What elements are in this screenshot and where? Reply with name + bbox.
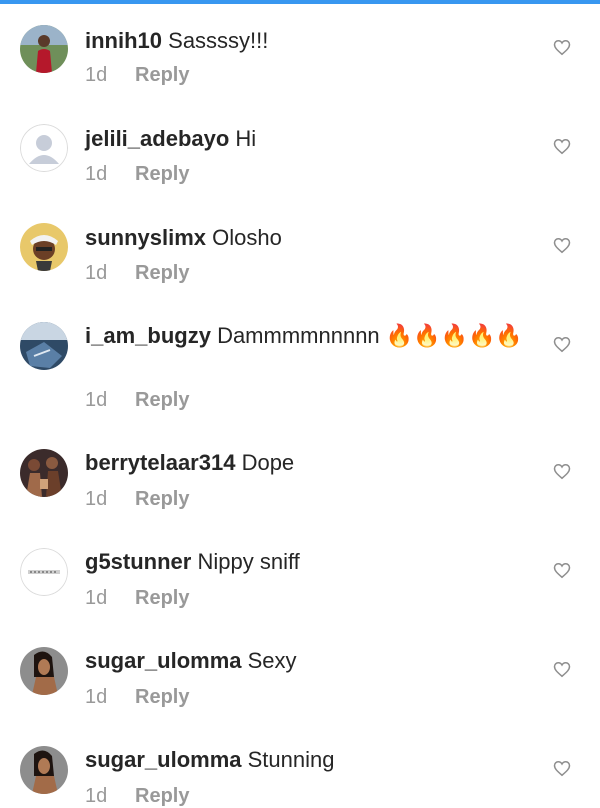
heart-icon[interactable]: [553, 336, 571, 353]
comment-text-line: i_am_bugzy Dammmmnnnnn 🔥🔥🔥🔥🔥: [85, 321, 525, 351]
reply-button[interactable]: Reply: [135, 785, 189, 807]
reply-button[interactable]: Reply: [135, 488, 189, 510]
comment-meta: 1d Reply: [85, 487, 189, 511]
comment-meta: 1d Reply: [85, 685, 189, 709]
comment-text: Hi: [235, 126, 257, 151]
reply-button[interactable]: Reply: [135, 587, 189, 609]
comment-text: Nippy sniff: [197, 549, 300, 574]
comment-text: Sexy: [247, 648, 297, 673]
comment-username[interactable]: i_am_bugzy: [85, 323, 211, 348]
comment-username[interactable]: sunnyslimx: [85, 225, 206, 250]
comment-meta: 1d Reply: [85, 784, 189, 808]
comment-text: Olosho: [212, 225, 282, 250]
avatar[interactable]: [20, 647, 68, 695]
heart-icon[interactable]: [553, 562, 571, 579]
comment-text-line: innih10 Sassssy!!!: [85, 26, 525, 56]
avatar[interactable]: [20, 548, 68, 596]
reply-button[interactable]: Reply: [135, 64, 189, 86]
reply-button[interactable]: Reply: [135, 262, 189, 284]
comment-username[interactable]: sugar_ulomma: [85, 747, 242, 772]
comment-username[interactable]: berrytelaar314: [85, 450, 235, 475]
comment-time: 1d: [85, 389, 108, 411]
heart-icon[interactable]: [553, 760, 571, 777]
comment-time: 1d: [85, 488, 108, 510]
comment-text-line: jelili_adebayo Hi: [85, 124, 525, 154]
comment-time: 1d: [85, 587, 108, 609]
comment-time: 1d: [85, 262, 108, 284]
reply-button[interactable]: Reply: [135, 163, 189, 185]
comment-meta: 1d Reply: [85, 586, 189, 610]
comment-time: 1d: [85, 785, 108, 807]
comment-meta: 1d Reply: [85, 63, 189, 87]
comment-meta: 1d Reply: [85, 261, 189, 285]
comment-time: 1d: [85, 64, 108, 86]
heart-icon[interactable]: [553, 39, 571, 56]
comment-time: 1d: [85, 163, 108, 185]
heart-icon[interactable]: [553, 237, 571, 254]
comment-username[interactable]: g5stunner: [85, 549, 191, 574]
comment-text-line: berrytelaar314 Dope: [85, 448, 525, 478]
heart-icon[interactable]: [553, 138, 571, 155]
comment-meta: 1d Reply: [85, 162, 189, 186]
comment-text-line: sugar_ulomma Sexy: [85, 646, 525, 676]
comment-text-line: sunnyslimx Olosho: [85, 223, 525, 253]
avatar[interactable]: [20, 124, 68, 172]
comment-text-line: g5stunner Nippy sniff: [85, 547, 525, 577]
avatar[interactable]: [20, 322, 68, 370]
comment-text-line: sugar_ulomma Stunning: [85, 745, 525, 775]
avatar[interactable]: [20, 223, 68, 271]
comment-username[interactable]: innih10: [85, 28, 162, 53]
comment-username[interactable]: sugar_ulomma: [85, 648, 242, 673]
comment-username[interactable]: jelili_adebayo: [85, 126, 229, 151]
avatar[interactable]: [20, 449, 68, 497]
comment-text: Dope: [241, 450, 295, 475]
comment-time: 1d: [85, 686, 108, 708]
comment-text: Stunning: [247, 747, 335, 772]
heart-icon[interactable]: [553, 463, 571, 480]
comment-text: Dammmmnnnnn 🔥🔥🔥🔥🔥: [217, 323, 523, 348]
reply-button[interactable]: Reply: [135, 686, 189, 708]
heart-icon[interactable]: [553, 661, 571, 678]
avatar[interactable]: [20, 746, 68, 794]
reply-button[interactable]: Reply: [135, 389, 189, 411]
top-accent-bar: [0, 0, 600, 4]
comment-meta: 1d Reply: [85, 388, 189, 412]
avatar[interactable]: [20, 25, 68, 73]
comment-text: Sassssy!!!: [168, 28, 269, 53]
